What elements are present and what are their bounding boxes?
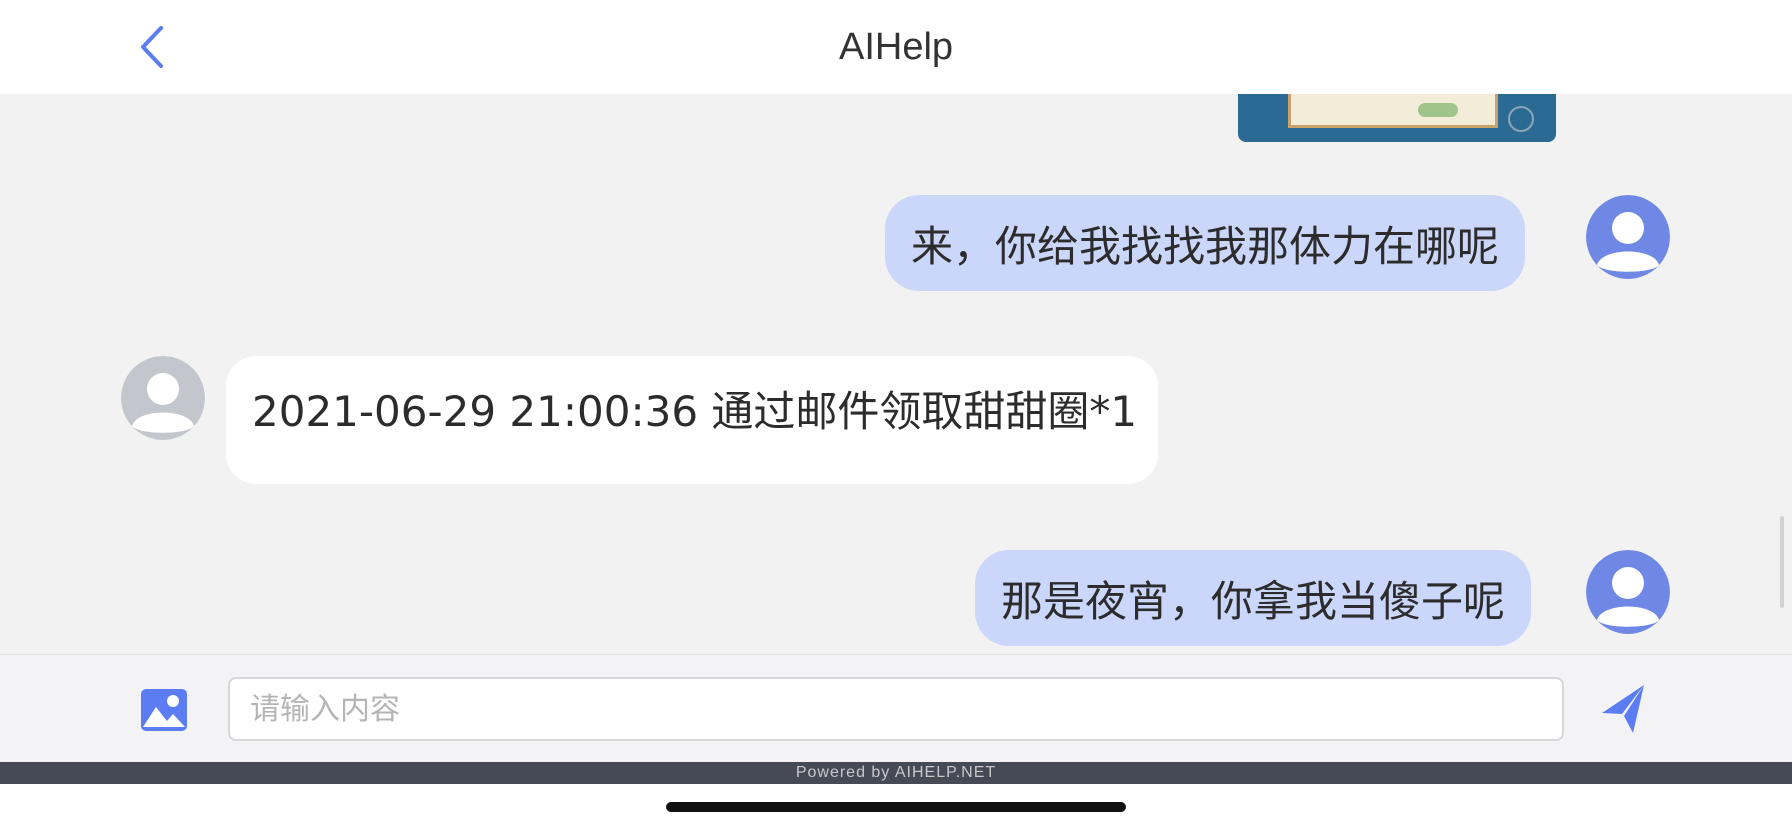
agent-avatar-icon xyxy=(121,356,205,440)
send-button[interactable] xyxy=(1600,683,1648,735)
user-avatar xyxy=(1586,550,1670,634)
header-bar: AIHelp xyxy=(0,0,1792,94)
game-screenshot-circle-image xyxy=(1508,106,1534,132)
home-indicator-area xyxy=(0,784,1792,828)
user-message-bubble: 来，你给我找找我那体力在哪呢 xyxy=(885,195,1526,291)
home-indicator[interactable] xyxy=(666,802,1126,812)
user-avatar xyxy=(1586,195,1670,279)
user-message-text: 那是夜宵，你拿我当傻子呢 xyxy=(1001,576,1506,626)
send-icon xyxy=(1602,685,1644,733)
game-screenshot-button-image xyxy=(1418,103,1458,117)
message-input[interactable] xyxy=(228,677,1564,741)
page-title: AIHelp xyxy=(838,25,954,68)
message-composer xyxy=(0,654,1792,763)
agent-message-text: 2021-06-29 21:00:36 通过邮件领取甜甜圈*1 xyxy=(252,387,1138,436)
agent-message-bubble: 2021-06-29 21:00:36 通过邮件领取甜甜圈*1 xyxy=(226,356,1158,484)
game-screenshot-image xyxy=(1288,94,1498,128)
user-avatar-icon xyxy=(1586,550,1670,634)
scrollbar[interactable] xyxy=(1780,516,1784,608)
image-message[interactable] xyxy=(1238,94,1556,142)
attach-image-button[interactable] xyxy=(139,687,189,733)
powered-by-footer: Powered by AIHELP.NET xyxy=(0,762,1792,784)
image-icon xyxy=(141,689,187,731)
user-avatar-icon xyxy=(1586,195,1670,279)
user-message-bubble: 那是夜宵，你拿我当傻子呢 xyxy=(975,550,1532,646)
chat-history[interactable]: 来，你给我找找我那体力在哪呢 2021-06-29 21:00:36 通过邮件领… xyxy=(0,94,1792,654)
user-message-text: 来，你给我找找我那体力在哪呢 xyxy=(911,221,1500,271)
agent-avatar xyxy=(121,356,205,440)
